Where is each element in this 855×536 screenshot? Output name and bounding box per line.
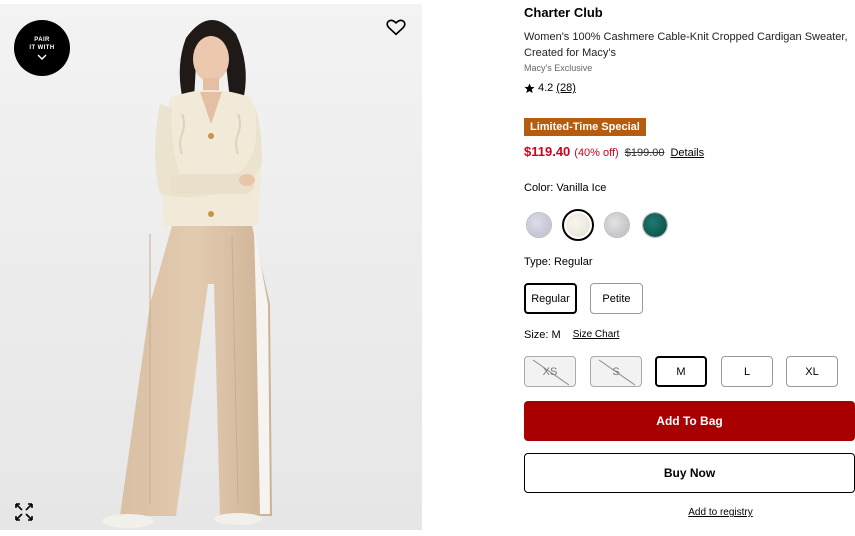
type-label: Type: Regular — [524, 256, 593, 268]
color-label: Color: Vanilla Ice — [524, 182, 607, 194]
size-option-xl[interactable]: XL — [786, 356, 838, 387]
sale-price: $119.40 — [524, 144, 571, 159]
type-option-petite[interactable]: Petite — [590, 283, 643, 314]
promo-badge: Limited-Time Special — [524, 118, 646, 136]
expand-arrows-icon[interactable] — [14, 502, 34, 522]
heart-outline-icon[interactable] — [385, 16, 407, 38]
size-chart-link[interactable]: Size Chart — [573, 329, 620, 341]
selected-type: Regular — [553, 256, 593, 268]
type-option-regular[interactable]: Regular — [524, 283, 577, 314]
size-option-l[interactable]: L — [721, 356, 773, 387]
add-to-bag-button[interactable]: Add To Bag — [524, 401, 855, 441]
pair-it-with-label: PAIR IT WITH — [29, 37, 55, 51]
color-swatches — [524, 209, 674, 241]
color-swatch-dark-teal[interactable] — [642, 212, 668, 238]
color-swatch-vanilla-ice[interactable] — [562, 209, 594, 241]
size-option-m[interactable]: M — [655, 356, 707, 387]
original-price: $199.00 — [624, 147, 665, 159]
size-label: Size: M Size Chart — [524, 329, 620, 341]
model-illustration — [0, 4, 422, 530]
brand-link[interactable]: Charter Club — [524, 5, 603, 20]
buy-now-button[interactable]: Buy Now — [524, 453, 855, 493]
color-swatch-lavender[interactable] — [526, 212, 552, 238]
rating-value: 4.2 — [538, 82, 554, 94]
selected-size: M — [551, 329, 561, 341]
pair-it-with-button[interactable]: PAIR IT WITH — [14, 20, 70, 76]
product-title: Women's 100% Cashmere Cable-Knit Cropped… — [524, 31, 848, 59]
size-option-s[interactable]: S — [590, 356, 642, 387]
exclusive-label: Macy's Exclusive — [524, 63, 593, 73]
add-to-registry-link[interactable]: Add to registry — [524, 507, 855, 518]
price-details-link[interactable]: Details — [670, 147, 704, 159]
star-icon — [524, 83, 535, 93]
discount-percent: (40% off) — [574, 147, 619, 159]
size-option-xs[interactable]: XS — [524, 356, 576, 387]
price-row: $119.40 (40% off) $199.00 Details — [524, 144, 704, 159]
selected-color-name: Vanilla Ice — [556, 182, 607, 194]
color-swatch-light-grey[interactable] — [604, 212, 630, 238]
chevron-down-icon — [37, 54, 47, 60]
rating[interactable]: 4.2 (28) — [524, 82, 576, 94]
review-count-link[interactable]: (28) — [556, 82, 576, 94]
product-image[interactable]: PAIR IT WITH — [0, 4, 422, 530]
